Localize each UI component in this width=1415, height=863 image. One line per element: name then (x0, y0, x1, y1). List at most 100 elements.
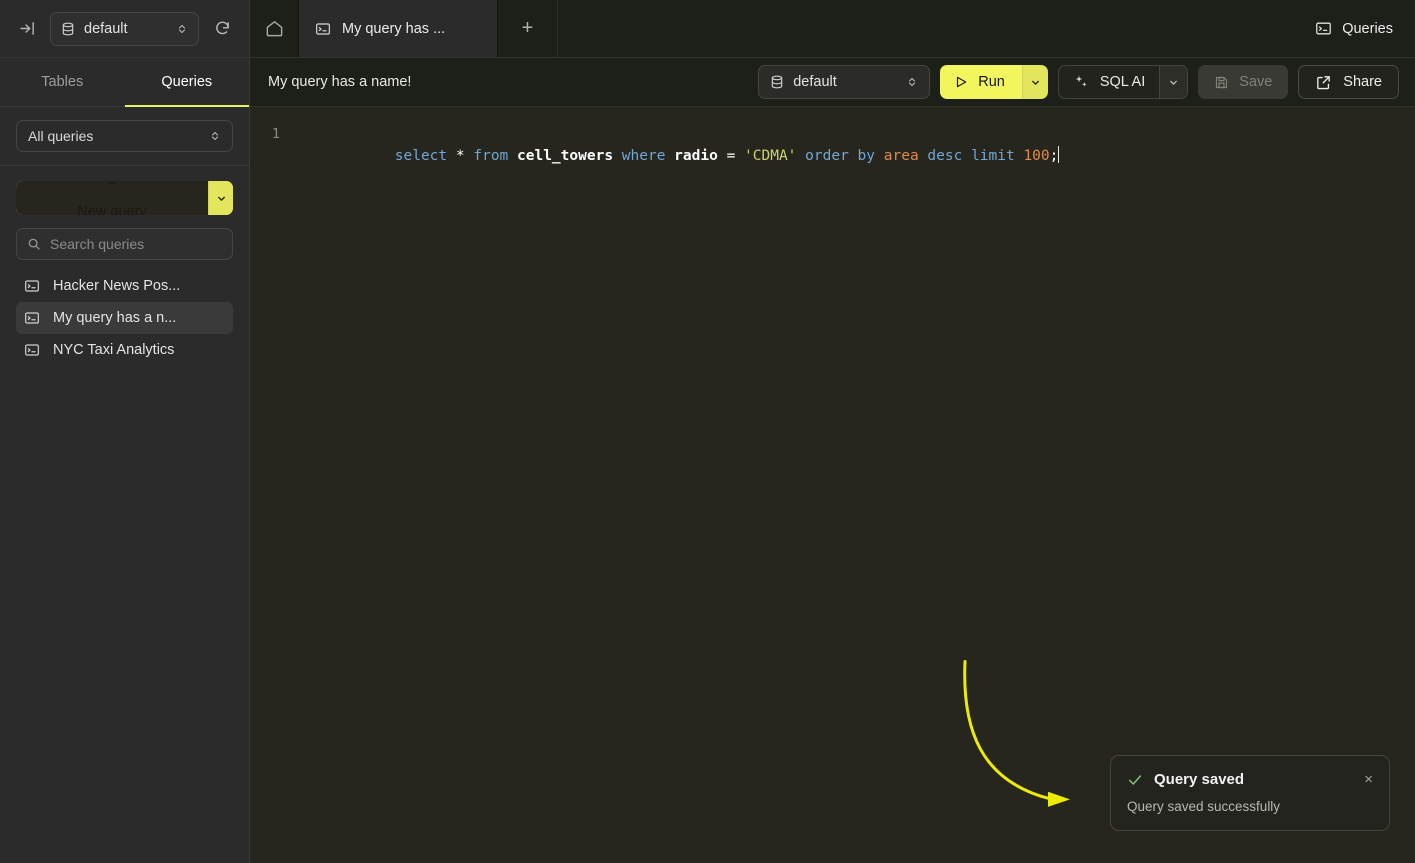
query-list: Hacker News Pos... My query has a n... (0, 270, 249, 366)
run-button[interactable]: Run (940, 65, 1022, 99)
save-label: Save (1239, 74, 1272, 90)
sql-ai-label: SQL AI (1100, 74, 1145, 90)
sidebar-tab-queries[interactable]: Queries (125, 58, 250, 107)
sql-token (735, 148, 744, 164)
plus-icon: + (108, 181, 116, 192)
query-filter-label: All queries (28, 128, 209, 144)
terminal-icon (24, 278, 40, 294)
sql-token (718, 148, 727, 164)
sql-token (962, 148, 971, 164)
search-input[interactable] (50, 236, 231, 252)
database-icon (61, 22, 75, 36)
external-link-icon (1315, 74, 1332, 91)
new-query-wrap: + New query (0, 166, 249, 215)
floppy-disk-icon (1214, 75, 1229, 90)
sql-token (447, 148, 456, 164)
refresh-icon[interactable] (209, 16, 235, 42)
page-title: My query has a name! (268, 74, 748, 90)
new-query-dropdown-caret[interactable] (208, 181, 233, 215)
sql-token: desc (927, 148, 962, 164)
sql-token (875, 148, 884, 164)
toast-title: Query saved (1154, 771, 1353, 788)
app-root: default (0, 0, 1415, 863)
sql-ai-button[interactable]: SQL AI (1059, 66, 1159, 98)
query-tab[interactable]: My query has ... (298, 0, 498, 57)
sql-ai-button-group[interactable]: SQL AI (1058, 65, 1188, 99)
chevron-updown-icon (209, 129, 221, 143)
database-label: default (84, 21, 167, 37)
collapse-panel-icon[interactable] (14, 16, 40, 42)
list-item[interactable]: My query has a n... (16, 302, 233, 334)
new-query-button-group[interactable]: + New query (16, 181, 233, 215)
sidebar-tabs: Tables Queries (0, 58, 249, 107)
sql-code-line[interactable]: select * from cell_towers where radio = … (290, 123, 1415, 189)
toast-notification: Query saved × Query saved successfully (1110, 755, 1390, 831)
list-item[interactable]: Hacker News Pos... (16, 270, 233, 302)
query-filter-select[interactable]: All queries (16, 120, 233, 152)
sql-token (849, 148, 858, 164)
search-wrap (0, 215, 249, 270)
sidebar: Tables Queries All queries + (0, 58, 250, 863)
new-tab-button[interactable]: + (498, 0, 558, 57)
toast-header: Query saved × (1127, 771, 1373, 788)
sql-token (613, 148, 622, 164)
run-button-group[interactable]: Run (940, 65, 1048, 99)
sql-token: 100 (1023, 148, 1049, 164)
sql-token: select (395, 148, 447, 164)
chevron-updown-icon (176, 22, 188, 36)
new-query-button[interactable]: + New query (16, 181, 208, 215)
close-icon[interactable]: × (1364, 772, 1373, 787)
sql-token: = (727, 148, 736, 164)
top-bar: default (0, 0, 1415, 58)
sql-token (796, 148, 805, 164)
query-database-label: default (793, 74, 897, 90)
query-database-selector[interactable]: default (758, 65, 930, 99)
sql-token (665, 148, 674, 164)
sql-token: order (805, 148, 849, 164)
sql-token: radio (674, 148, 718, 164)
sql-token: by (858, 148, 875, 164)
sql-token (508, 148, 517, 164)
queries-nav-link[interactable]: Queries (1315, 20, 1393, 37)
home-icon[interactable] (250, 0, 298, 57)
sql-token: cell_towers (517, 148, 613, 164)
sql-token: area (884, 148, 919, 164)
new-query-label: New query (77, 204, 146, 215)
main-panel: My query has a name! default (250, 58, 1415, 863)
list-item-label: Hacker News Pos... (53, 278, 180, 294)
query-toolbar: My query has a name! default (250, 58, 1415, 107)
sql-editor[interactable]: 1 select * from cell_towers where radio … (250, 107, 1415, 863)
play-icon (954, 75, 968, 89)
sparkles-icon (1073, 74, 1089, 90)
search-box[interactable] (16, 228, 233, 260)
sql-ai-dropdown-caret[interactable] (1159, 66, 1187, 98)
sidebar-header: default (0, 0, 250, 57)
terminal-icon (24, 310, 40, 326)
sql-token: ; (1050, 148, 1059, 164)
sql-token: limit (971, 148, 1015, 164)
terminal-icon (315, 21, 331, 37)
tab-strip: My query has ... + (250, 0, 1293, 57)
terminal-icon (24, 342, 40, 358)
code-row: 1 select * from cell_towers where radio … (250, 107, 1415, 189)
database-selector[interactable]: default (50, 12, 199, 46)
list-item-label: My query has a n... (53, 310, 176, 326)
share-button[interactable]: Share (1298, 65, 1399, 99)
toast-message: Query saved successfully (1127, 799, 1373, 814)
check-icon (1127, 772, 1143, 788)
text-cursor (1058, 146, 1059, 163)
query-tab-label: My query has ... (342, 21, 445, 37)
sql-token: 'CDMA' (744, 148, 796, 164)
chevron-updown-icon (906, 75, 918, 89)
list-item-label: NYC Taxi Analytics (53, 342, 174, 358)
sidebar-tab-tables[interactable]: Tables (0, 58, 125, 107)
line-number: 1 (250, 123, 290, 145)
run-label: Run (978, 74, 1005, 90)
save-button[interactable]: Save (1198, 65, 1288, 99)
list-item[interactable]: NYC Taxi Analytics (16, 334, 233, 366)
run-dropdown-caret[interactable] (1022, 65, 1048, 99)
sql-token: * (456, 148, 465, 164)
sql-token: from (473, 148, 508, 164)
top-bar-right: Queries (1293, 0, 1415, 57)
annotation-arrow (250, 107, 1415, 863)
